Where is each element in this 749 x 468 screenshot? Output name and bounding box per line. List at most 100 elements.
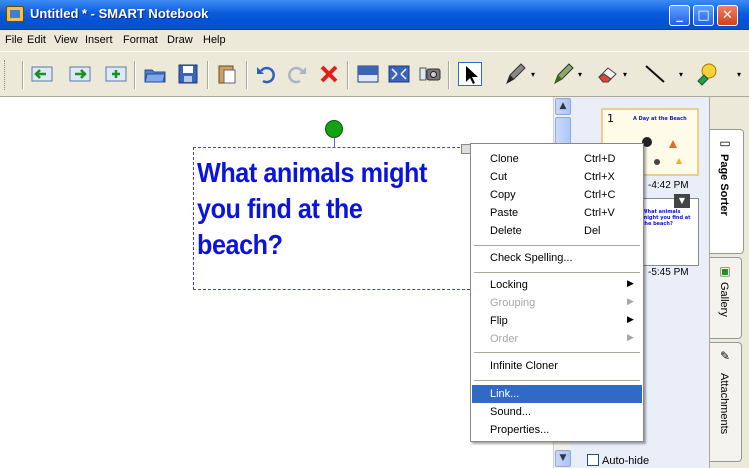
select-arrow-icon[interactable]	[458, 62, 482, 86]
title-bar: Untitled * - SMART Notebook _ □ ✕	[0, 0, 749, 30]
toolbar-separator	[22, 61, 24, 89]
rotate-handle[interactable]	[325, 120, 343, 138]
menu-item-shortcut: Ctrl+D	[584, 153, 616, 165]
tab-page-sorter[interactable]: ▭ Page Sorter	[710, 129, 744, 254]
page-number: 1	[607, 112, 614, 125]
menu-bar: File Edit View Insert Format Draw Help	[0, 30, 749, 51]
smart-notebook-icon	[6, 6, 24, 22]
menu-draw[interactable]: Draw	[167, 34, 193, 46]
selected-text-object[interactable]: What animals might you find at the beach…	[193, 147, 475, 290]
text-line: beach?	[197, 229, 283, 260]
menu-item-delete[interactable]: Delete Del	[472, 222, 642, 240]
save-icon[interactable]	[176, 62, 200, 86]
maximize-button[interactable]: □	[693, 5, 714, 26]
undo-icon[interactable]	[254, 62, 278, 86]
scroll-up-icon[interactable]: ▲	[555, 98, 571, 115]
menu-item-label: Infinite Cloner	[490, 360, 558, 372]
tab-attachments[interactable]: ✎ Attachments	[710, 342, 742, 462]
menu-edit[interactable]: Edit	[27, 34, 46, 46]
tab-label: Page Sorter	[718, 154, 730, 216]
capture-camera-icon[interactable]	[418, 62, 442, 86]
menu-item-infinite-cloner[interactable]: Infinite Cloner	[472, 357, 642, 375]
menu-item-label: Check Spelling...	[490, 252, 573, 264]
menu-item-locking[interactable]: Locking ▶	[472, 276, 642, 294]
screen-shade-icon[interactable]	[356, 62, 380, 86]
scroll-down-icon[interactable]: ▼	[555, 450, 571, 467]
thumbnail-title: A Day at the Beach	[633, 116, 687, 122]
submenu-arrow-icon: ▶	[627, 296, 634, 306]
window-title: Untitled * - SMART Notebook	[30, 6, 209, 21]
autohide-checkbox[interactable]: Auto-hide	[587, 454, 649, 467]
line-dropdown-icon[interactable]: ▾	[679, 70, 683, 79]
menu-separator	[474, 272, 640, 273]
creative-pen-icon[interactable]	[552, 62, 576, 86]
previous-page-icon[interactable]	[30, 62, 54, 86]
menu-item-shortcut: Ctrl+C	[584, 189, 616, 201]
paperclip-icon: ✎	[719, 349, 731, 363]
menu-item-order[interactable]: Order ▶	[472, 330, 642, 348]
submenu-arrow-icon: ▶	[627, 314, 634, 324]
menu-item-label: Delete	[490, 225, 522, 237]
menu-insert[interactable]: Insert	[85, 34, 113, 46]
close-button[interactable]: ✕	[717, 5, 738, 26]
menu-item-cut[interactable]: Cut Ctrl+X	[472, 168, 642, 186]
tab-label: Gallery	[718, 282, 730, 317]
menu-item-properties[interactable]: Properties...	[472, 421, 642, 439]
pen-icon[interactable]	[504, 62, 528, 86]
menu-item-sound[interactable]: Sound...	[472, 403, 642, 421]
tab-label: Attachments	[718, 373, 730, 435]
paste-icon[interactable]	[215, 62, 239, 86]
menu-view[interactable]: View	[54, 34, 78, 46]
menu-item-label: Locking	[490, 279, 528, 291]
textbox-text[interactable]: What animals might you find at the beach…	[197, 155, 440, 263]
menu-item-shortcut: Del	[584, 225, 601, 237]
next-page-icon[interactable]	[68, 62, 92, 86]
tab-gallery[interactable]: ▣ Gallery	[710, 257, 742, 339]
toolbar-separator	[347, 61, 349, 89]
menu-separator	[474, 380, 640, 381]
full-screen-icon[interactable]	[387, 62, 411, 86]
line-icon[interactable]	[643, 62, 667, 86]
menu-item-flip[interactable]: Flip ▶	[472, 312, 642, 330]
add-page-icon[interactable]	[104, 62, 128, 86]
menu-item-label: Copy	[490, 189, 516, 201]
menu-item-paste[interactable]: Paste Ctrl+V	[472, 204, 642, 222]
submenu-arrow-icon: ▶	[627, 278, 634, 288]
menu-item-grouping[interactable]: Grouping ▶	[472, 294, 642, 312]
delete-icon[interactable]	[317, 62, 341, 86]
toolbar-separator	[134, 61, 136, 89]
fill-icon[interactable]	[695, 62, 719, 86]
menu-item-link[interactable]: Link...	[472, 385, 642, 403]
menu-item-label: Sound...	[490, 406, 531, 418]
toolbar-separator	[448, 61, 450, 89]
eraser-dropdown-icon[interactable]: ▾	[623, 70, 627, 79]
pen-dropdown-icon[interactable]: ▾	[531, 70, 535, 79]
menu-item-label: Properties...	[490, 424, 550, 436]
redo-icon[interactable]	[285, 62, 309, 86]
page-menu-dropdown-icon[interactable]: ▼	[674, 194, 690, 208]
minimize-button[interactable]: _	[669, 5, 690, 26]
toolbar-grip[interactable]	[4, 60, 7, 90]
menu-format[interactable]: Format	[123, 34, 158, 46]
menu-item-label: Cut	[490, 171, 508, 183]
fill-dropdown-icon[interactable]: ▾	[737, 70, 741, 79]
menu-item-label: Clone	[490, 153, 519, 165]
text-line: you find at the	[197, 193, 363, 224]
menu-item-copy[interactable]: Copy Ctrl+C	[472, 186, 642, 204]
eraser-icon[interactable]	[596, 62, 620, 86]
menu-item-label: Grouping	[490, 297, 536, 309]
toolbar-separator	[207, 61, 209, 89]
menu-item-clone[interactable]: Clone Ctrl+D	[472, 150, 642, 168]
checkbox-icon[interactable]	[587, 454, 599, 466]
menu-item-label: Paste	[490, 207, 519, 219]
open-folder-icon[interactable]	[143, 62, 167, 86]
submenu-arrow-icon: ▶	[627, 332, 634, 342]
menu-item-check-spelling[interactable]: Check Spelling...	[472, 249, 642, 267]
creative-pen-dropdown-icon[interactable]: ▾	[578, 70, 582, 79]
menu-help[interactable]: Help	[203, 34, 226, 46]
side-tab-strip: ▭ Page Sorter ▣ Gallery ✎ Attachments	[709, 97, 749, 468]
context-menu: Clone Ctrl+D Cut Ctrl+X Copy Ctrl+C Past…	[470, 143, 644, 442]
page-time: -4:42 PM	[648, 180, 689, 191]
menu-file[interactable]: File	[5, 34, 23, 46]
toolbar-separator	[246, 61, 248, 89]
